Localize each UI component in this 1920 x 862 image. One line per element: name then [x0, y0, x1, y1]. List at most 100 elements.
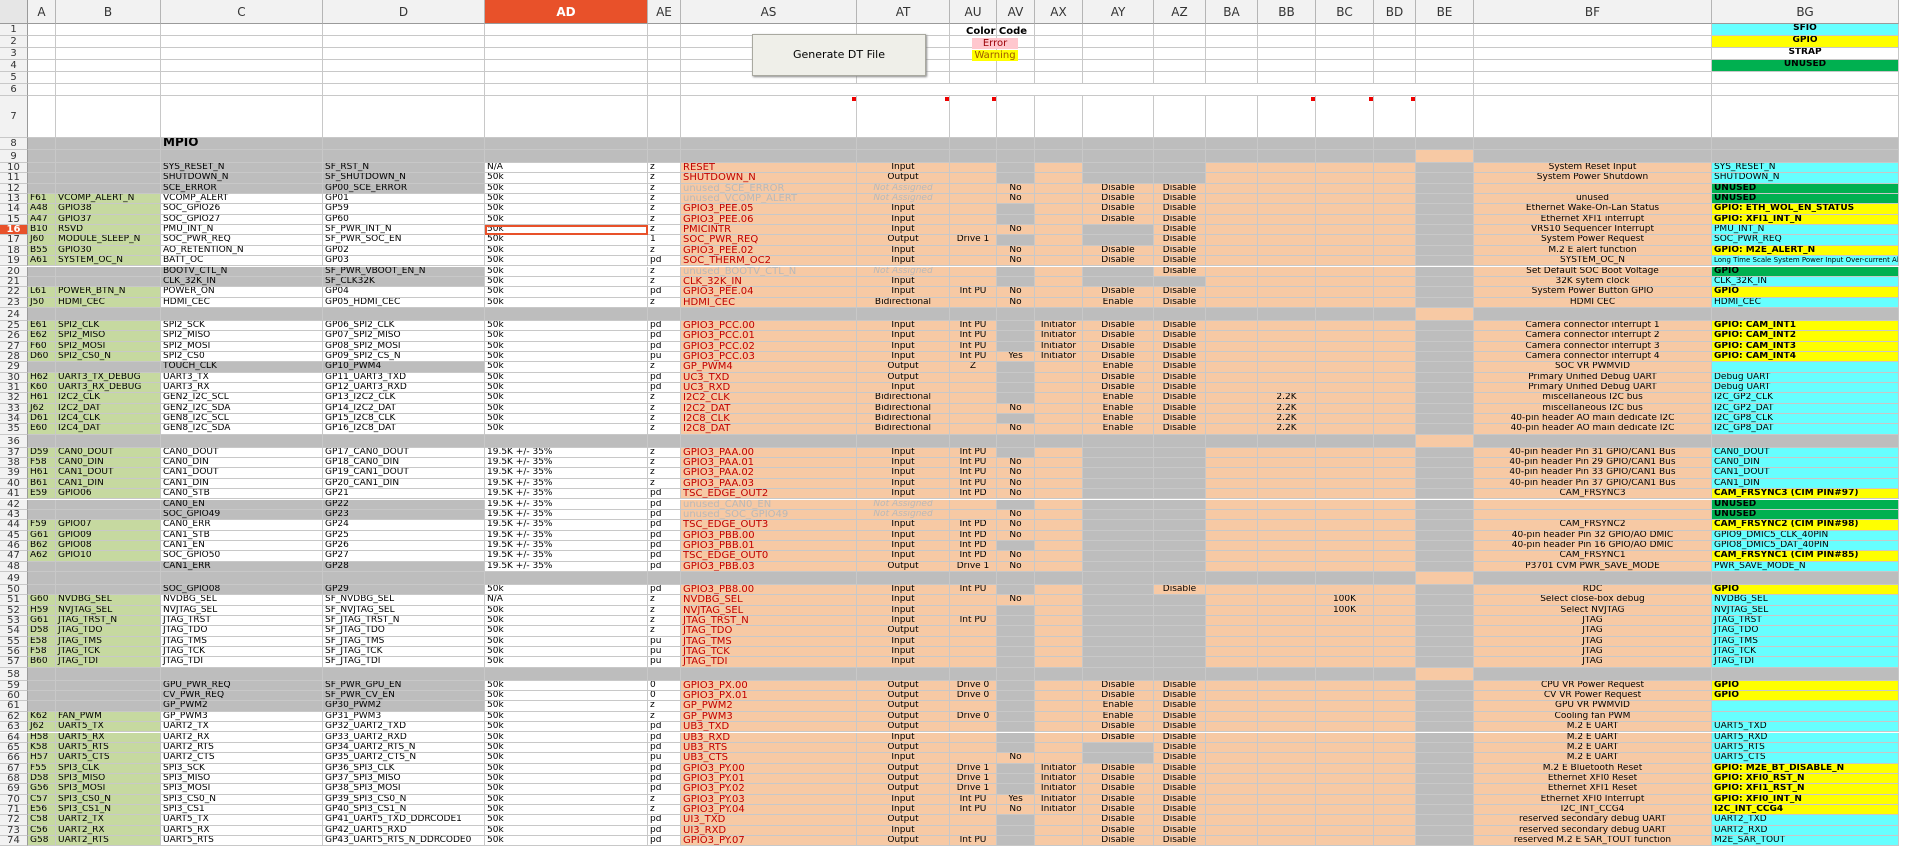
cell-BA-34[interactable] [1206, 414, 1258, 425]
cell-BD-74[interactable] [1374, 836, 1416, 847]
cell-AZ-63[interactable]: Disable [1154, 722, 1206, 733]
grid-cell[interactable] [950, 72, 997, 84]
grid-cell[interactable] [485, 667, 648, 681]
cell-AZ-74[interactable]: Disable [1154, 836, 1206, 847]
cell-B-74[interactable]: UART2_RTS [56, 836, 161, 847]
cell-AE-68[interactable]: pd [648, 773, 681, 785]
grid-cell[interactable] [323, 36, 485, 48]
cell-AY-10[interactable] [1083, 163, 1154, 174]
cell-AX-16[interactable] [1035, 225, 1083, 236]
cell-AT-19[interactable]: Input [857, 256, 950, 267]
cell-BB-74[interactable] [1258, 836, 1316, 847]
cell-AX-33[interactable] [1035, 403, 1083, 415]
cell-B-17[interactable]: MODULE_SLEEP_N [56, 235, 161, 246]
cell-C-66[interactable]: UART2_CTS [161, 753, 323, 764]
cell-C-30[interactable]: UART3_TX [161, 372, 323, 383]
cell-BB-20[interactable] [1258, 266, 1316, 277]
cell-AV-37[interactable] [997, 447, 1035, 459]
cell-BA-68[interactable] [1206, 773, 1258, 785]
column-header-BD[interactable]: BD [1374, 0, 1416, 24]
cell-AT-50[interactable]: Input [857, 584, 950, 596]
grid-cell[interactable] [1206, 138, 1258, 150]
cell-C-71[interactable]: SPI3_CS1 [161, 804, 323, 816]
cell-BB-51[interactable] [1258, 595, 1316, 606]
cell-AX-13[interactable] [1035, 194, 1083, 205]
cell-AX-70[interactable]: Initiator [1035, 794, 1083, 805]
cell-AY-46[interactable] [1083, 540, 1154, 552]
cell-B-47[interactable]: GPIO10 [56, 551, 161, 562]
cell-BG-48[interactable]: PWR_SAVE_MODE_N [1712, 561, 1899, 572]
cell-AU-45[interactable]: Int PD [950, 530, 997, 541]
cell-AY-30[interactable]: Disable [1083, 372, 1154, 383]
cell-BB-56[interactable] [1258, 647, 1316, 658]
cell-BF-40[interactable]: 40-pin header Pin 37 GPIO/CAN1 Bus [1474, 478, 1712, 490]
cell-BD-11[interactable] [1374, 173, 1416, 184]
cell-BF-44[interactable]: CAM_FRSYNC2 [1474, 520, 1712, 531]
grid-cell[interactable] [1374, 48, 1416, 60]
grid-cell[interactable] [997, 138, 1035, 150]
cell-B-18[interactable]: GPIO30 [56, 245, 161, 257]
cell-BD-27[interactable] [1374, 341, 1416, 352]
grid-cell[interactable] [28, 150, 56, 163]
cell-BG-32[interactable]: I2C_GP2_CLK [1712, 393, 1899, 404]
column-header-AV[interactable]: AV [997, 0, 1035, 24]
grid-cell[interactable] [648, 307, 681, 321]
cell-AD-41[interactable]: 19.5K +/- 35% [485, 489, 648, 500]
cell-AE-12[interactable]: z [648, 183, 681, 195]
cell-AT-42[interactable]: Not Assigned [857, 499, 950, 510]
cell-AU-46[interactable]: Int PD [950, 540, 997, 552]
cell-D-32[interactable]: GP13_I2C2_CLK [323, 393, 485, 404]
cell-BB-10[interactable] [1258, 163, 1316, 174]
cell-BE-15[interactable] [1416, 214, 1474, 226]
cell-D-63[interactable]: GP32_UART2_TXD [323, 722, 485, 733]
row-header-55[interactable]: 55 [0, 636, 28, 648]
cell-AX-54[interactable] [1035, 626, 1083, 637]
grid-cell[interactable] [56, 84, 161, 96]
cell-BG-44[interactable]: CAM_FRSYNC2 (CIM PIN#98) [1712, 520, 1899, 531]
cell-BE-35[interactable] [1416, 424, 1474, 435]
cell-A-23[interactable]: J50 [28, 297, 56, 308]
cell-AU-70[interactable]: Int PU [950, 794, 997, 805]
cell-BD-26[interactable] [1374, 331, 1416, 342]
cell-AV-48[interactable]: No [997, 561, 1035, 572]
cell-AX-14[interactable] [1035, 204, 1083, 215]
cell-C-48[interactable]: CAN1_ERR [161, 561, 323, 572]
grid-cell[interactable] [1374, 60, 1416, 72]
cell-AZ-27[interactable]: Disable [1154, 341, 1206, 352]
cell-AZ-45[interactable] [1154, 530, 1206, 541]
cell-A-32[interactable]: H61 [28, 393, 56, 404]
cell-AZ-60[interactable]: Disable [1154, 691, 1206, 702]
cell-BC-54[interactable] [1316, 626, 1374, 637]
cell-BE-66[interactable] [1416, 753, 1474, 764]
grid-cell[interactable] [950, 138, 997, 150]
cell-AV-74[interactable] [997, 836, 1035, 847]
cell-B-10[interactable] [56, 163, 161, 174]
cell-AD-19[interactable]: 50k [485, 256, 648, 267]
cell-AD-65[interactable]: 50k [485, 742, 648, 754]
cell-AV-63[interactable] [997, 722, 1035, 733]
row-header-60[interactable]: 60 [0, 691, 28, 702]
cell-AY-50[interactable] [1083, 584, 1154, 596]
cell-AV-59[interactable] [997, 680, 1035, 692]
cell-BE-37[interactable] [1416, 447, 1474, 459]
cell-AD-22[interactable]: 50k [485, 287, 648, 298]
cell-AZ-65[interactable]: Disable [1154, 742, 1206, 754]
cell-AV-12[interactable]: No [997, 183, 1035, 195]
cell-BE-53[interactable] [1416, 616, 1474, 627]
cell-B-26[interactable]: SPI2_MISO [56, 331, 161, 342]
grid-cell[interactable] [56, 24, 161, 36]
cell-BE-67[interactable] [1416, 763, 1474, 774]
cell-BC-13[interactable] [1316, 194, 1374, 205]
cell-BG-72[interactable]: UART2_TXD [1712, 815, 1899, 826]
cell-AY-23[interactable]: Enable [1083, 297, 1154, 308]
cell-B-73[interactable]: UART2_RX [56, 825, 161, 836]
cell-C-72[interactable]: UART5_TX [161, 815, 323, 826]
cell-B-20[interactable] [56, 266, 161, 277]
cell-BF-12[interactable] [1474, 183, 1712, 195]
row-header-51[interactable]: 51 [0, 595, 28, 606]
row-header-56[interactable]: 56 [0, 647, 28, 658]
cell-AV-64[interactable] [997, 732, 1035, 743]
grid-cell[interactable] [648, 60, 681, 72]
cell-AY-38[interactable] [1083, 458, 1154, 469]
cell-BF-74[interactable]: reserved M.2 E SAR_TOUT function [1474, 836, 1712, 847]
